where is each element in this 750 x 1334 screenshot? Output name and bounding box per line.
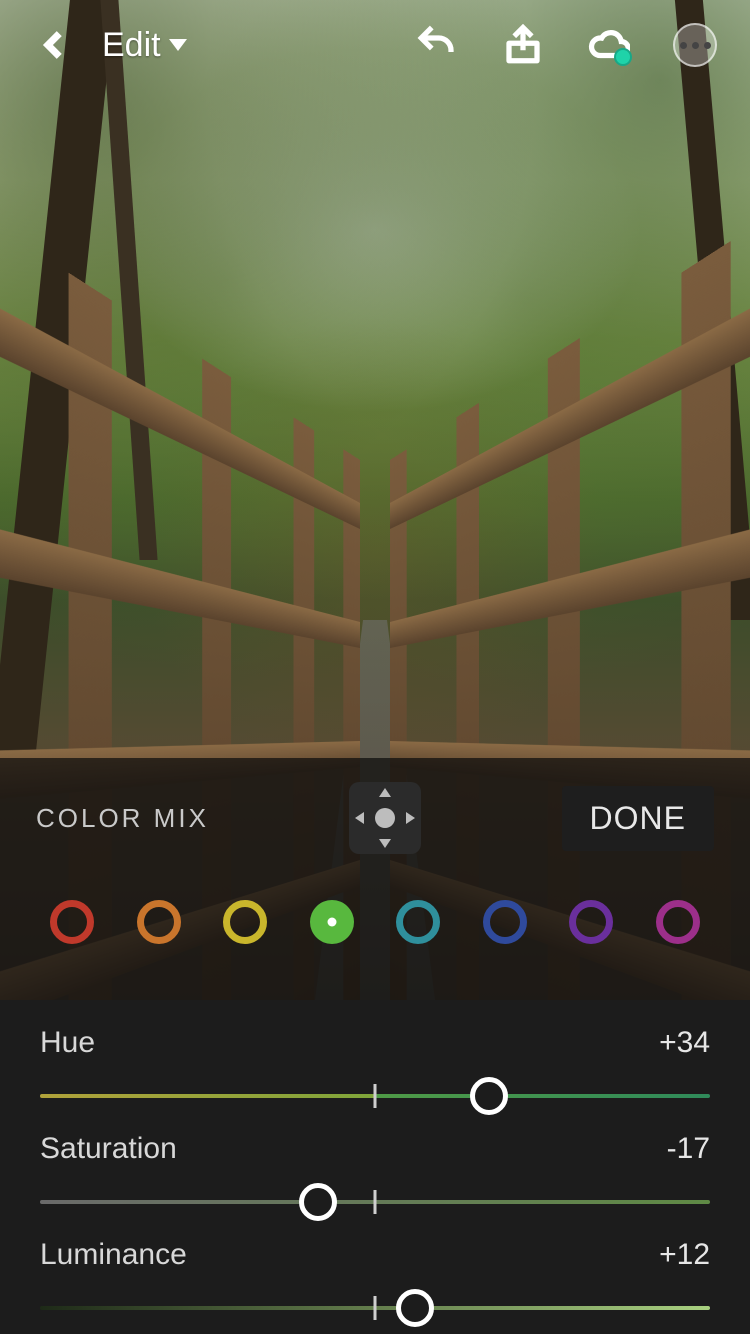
more-icon [673,23,717,67]
center-tick [374,1190,377,1214]
chevron-left-icon [38,28,72,62]
done-button[interactable]: DONE [562,786,714,851]
swatch-blue[interactable] [483,900,527,944]
luminance-slider-row: Luminance +12 [40,1238,710,1326]
undo-button[interactable] [408,16,466,74]
luminance-slider[interactable] [40,1290,710,1326]
sliders-panel: Hue +34 Saturation -17 Lumi [0,1000,750,1334]
swatch-red[interactable] [50,900,94,944]
hue-thumb[interactable] [470,1077,508,1115]
panel-title: COLOR MIX [36,803,209,834]
hue-value: +34 [659,1026,710,1060]
mode-label: Edit [102,26,161,65]
luminance-label: Luminance [40,1238,187,1272]
swatch-green[interactable] [310,900,354,944]
app-root: Edit COLOR MIX DONE [0,0,750,1334]
luminance-value: +12 [659,1238,710,1272]
saturation-label: Saturation [40,1132,177,1166]
saturation-slider-row: Saturation -17 [40,1132,710,1220]
swatch-magenta[interactable] [656,900,700,944]
share-icon [502,24,544,66]
top-toolbar: Edit [0,0,750,90]
undo-icon [416,24,458,66]
saturation-slider[interactable] [40,1184,710,1220]
hue-slider[interactable] [40,1078,710,1114]
center-tick [374,1084,377,1108]
swatch-aqua[interactable] [396,900,440,944]
center-tick [374,1296,377,1320]
caret-down-icon [169,39,187,51]
sync-status-dot [614,48,632,66]
swatch-orange[interactable] [137,900,181,944]
mode-selector[interactable]: Edit [102,26,187,65]
swatch-yellow[interactable] [223,900,267,944]
hue-slider-row: Hue +34 [40,1026,710,1114]
saturation-thumb[interactable] [299,1183,337,1221]
more-button[interactable] [666,16,724,74]
saturation-value: -17 [667,1132,710,1166]
luminance-thumb[interactable] [396,1289,434,1327]
hue-label: Hue [40,1026,95,1060]
back-button[interactable] [26,16,84,74]
swatch-purple[interactable] [569,900,613,944]
target-icon [375,808,395,828]
cloud-sync-button[interactable] [580,16,638,74]
done-label: DONE [590,800,686,836]
targeted-adjustment-button[interactable] [349,782,421,854]
color-swatch-row [36,900,714,944]
color-mix-panel: COLOR MIX DONE [0,758,750,1000]
share-button[interactable] [494,16,552,74]
